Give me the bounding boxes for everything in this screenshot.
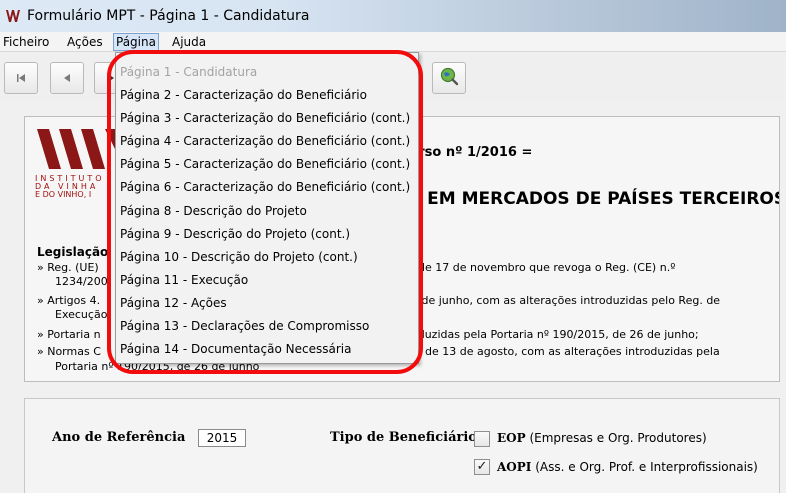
legislation-line: 1234/200 [55,275,108,288]
menu-item-pagina-12[interactable]: Página 12 - Ações [120,292,416,314]
previous-page-button[interactable] [50,62,84,94]
legislation-line: 7 de junho, com as alterações introduzid… [411,294,721,307]
menu-bar: Ficheiro Ações Página Ajuda [0,32,786,52]
year-field[interactable]: 2015 [198,429,246,447]
window-title: Formulário MPT - Página 1 - Candidatura [27,8,310,24]
legislation-title: Legislação [37,245,109,259]
aopi-checkbox[interactable]: ✓ [474,459,490,475]
eop-checkbox[interactable] [474,431,490,447]
menu-item-pagina-13[interactable]: Página 13 - Declarações de Compromisso [120,315,416,337]
first-page-button[interactable] [4,62,38,94]
legislation-line: » Artigos 4. [37,294,101,307]
page-menu-dropdown: Página 1 - Candidatura Página 2 - Caract… [115,52,419,364]
legislation-line: oduzidas pela Portaria nº 190/2015, de 2… [411,328,699,341]
institute-name: INSTITUTO DA VINHA E DO VINHO, I [35,174,105,199]
title-bar: Formulário MPT - Página 1 - Candidatura [0,0,786,32]
menu-item-pagina-2[interactable]: Página 2 - Caracterização do Beneficiári… [120,84,416,106]
menu-ficheiro[interactable]: Ficheiro [3,35,49,51]
menu-item-pagina-9[interactable]: Página 9 - Descrição do Projeto (cont.) [120,223,416,245]
search-globe-button[interactable] [432,62,466,94]
legislation-line: Execução [55,308,108,321]
menu-item-pagina-11[interactable]: Página 11 - Execução [120,269,416,291]
menu-item-pagina-1: Página 1 - Candidatura [120,65,258,79]
eop-option-label[interactable]: EOP (Empresas e Org. Produtores) [497,431,707,445]
menu-ajuda[interactable]: Ajuda [172,35,206,51]
menu-item-pagina-10[interactable]: Página 10 - Descrição do Projeto (cont.) [120,246,416,268]
legislation-line: » Normas C [37,345,101,358]
menu-item-pagina-3[interactable]: Página 3 - Caracterização do Beneficiári… [120,107,416,129]
legislation-line: 3, de 13 de agosto, com as alterações in… [411,345,720,358]
menu-item-pagina-8[interactable]: Página 8 - Descrição do Projeto [120,200,416,222]
menu-pagina[interactable]: Página [113,33,159,51]
legislation-line: » Portaria n [37,328,101,341]
concurso-title: urso nº 1/2016 = [409,145,533,160]
program-heading: S EM MERCADOS DE PAÍSES TERCEIROS [409,189,780,209]
ivv-logo [35,125,125,177]
beneficiary-form: Ano de Referência 2015 Tipo de Beneficiá… [24,398,780,493]
search-globe-icon [439,66,459,90]
aopi-option-label[interactable]: AOPI (Ass. e Org. Prof. e Interprofissio… [497,460,758,474]
previous-page-icon [61,69,73,88]
legislation-line: » Reg. (UE) [37,261,99,274]
beneficiary-type-label: Tipo de Beneficiário [330,430,477,445]
menu-item-pagina-5[interactable]: Página 5 - Caracterização do Beneficiári… [120,153,416,175]
menu-item-pagina-6[interactable]: Página 6 - Caracterização do Beneficiári… [120,176,416,198]
legislation-line: , de 17 de novembro que revoga o Reg. (C… [411,261,676,274]
year-label: Ano de Referência [52,430,186,445]
first-page-icon [15,69,27,88]
menu-acoes[interactable]: Ações [67,35,103,51]
app-icon [5,8,21,24]
menu-item-pagina-4[interactable]: Página 4 - Caracterização do Beneficiári… [120,130,416,152]
menu-item-pagina-14[interactable]: Página 14 - Documentação Necessária [120,338,416,360]
